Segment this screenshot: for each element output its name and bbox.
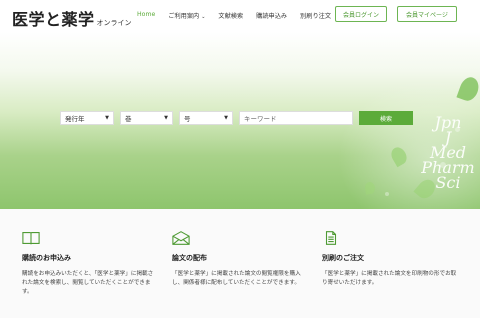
journal-title-line: Sci (435, 173, 461, 192)
volume-select-label: 巻 (125, 115, 132, 123)
card-text: 「医学と薬学」に掲載された論文を印刷物の形でお取り寄せいただけます。 (322, 271, 457, 286)
search-button[interactable]: 検索 (359, 111, 413, 125)
bubble-decoration (385, 192, 389, 196)
hero-banner: Jpn J Med Pharm Sci 発行年 ▼ 巻 ▼ 号 ▼ キーワード … (0, 32, 480, 209)
subscription-card: 購読のお申込み 購読をお申込みいただくと、「医学と薬学」に掲載された論文を検索し… (22, 230, 153, 297)
reprint-card: 別刷のご注文 「医学と薬学」に掲載された論文を印刷物の形でお取り寄せいただけます… (322, 230, 456, 288)
card-title: 別刷のご注文 (322, 254, 364, 262)
year-select-label: 発行年 (65, 115, 85, 123)
issue-select-label: 号 (184, 115, 191, 123)
envelope-icon (172, 231, 190, 245)
keyword-input[interactable]: キーワード (239, 111, 353, 125)
card-title: 購読のお申込み (22, 254, 71, 262)
nav-subscription[interactable]: 購読申込み (256, 11, 287, 20)
book-icon (22, 232, 40, 245)
distribution-card: 論文の配布 「医学と薬学」に掲載された論文の閲覧権限を購入し、関係者様に配布して… (172, 230, 301, 288)
chevron-down-icon: ⌄ (201, 14, 206, 20)
chevron-down-icon: ▼ (224, 115, 228, 121)
nav-literature-search[interactable]: 文献検索 (218, 11, 243, 20)
year-select[interactable]: 発行年 ▼ (60, 111, 114, 125)
journal-title: Jpn J Med Pharm Sci (418, 115, 478, 192)
site-logo[interactable]: 医学と薬学 オンライン (12, 6, 132, 30)
nav-home[interactable]: Home (137, 11, 155, 20)
main-nav: Home ご利用案内 ⌄ 文献検索 購読申込み 別刷り注文 (137, 11, 344, 20)
site-header: 医学と薬学 オンライン Home ご利用案内 ⌄ 文献検索 購読申込み 別刷り注文… (0, 0, 480, 32)
card-title: 論文の配布 (172, 254, 207, 262)
card-text: 「医学と薬学」に掲載された論文の閲覧権限を購入し、関係者様に配布していただくこと… (172, 271, 301, 286)
nav-reprint-order[interactable]: 別刷り注文 (300, 11, 331, 20)
chevron-down-icon: ▼ (164, 115, 168, 121)
chevron-down-icon: ▼ (105, 115, 109, 121)
volume-select[interactable]: 巻 ▼ (120, 111, 173, 125)
document-icon (325, 231, 337, 245)
member-mypage-button[interactable]: 会員マイページ (397, 6, 457, 22)
card-text: 購読をお申込みいただくと、「医学と薬学」に掲載された論文を検索し、閲覧していただ… (22, 271, 154, 295)
logo-main-text: 医学と薬学 (12, 10, 95, 29)
logo-sub-text: オンライン (96, 19, 132, 27)
member-login-button[interactable]: 会員ログイン (335, 6, 387, 22)
issue-select[interactable]: 号 ▼ (179, 111, 233, 125)
nav-usage-guide[interactable]: ご利用案内 ⌄ (168, 11, 205, 20)
nav-usage-guide-label: ご利用案内 (168, 13, 200, 20)
